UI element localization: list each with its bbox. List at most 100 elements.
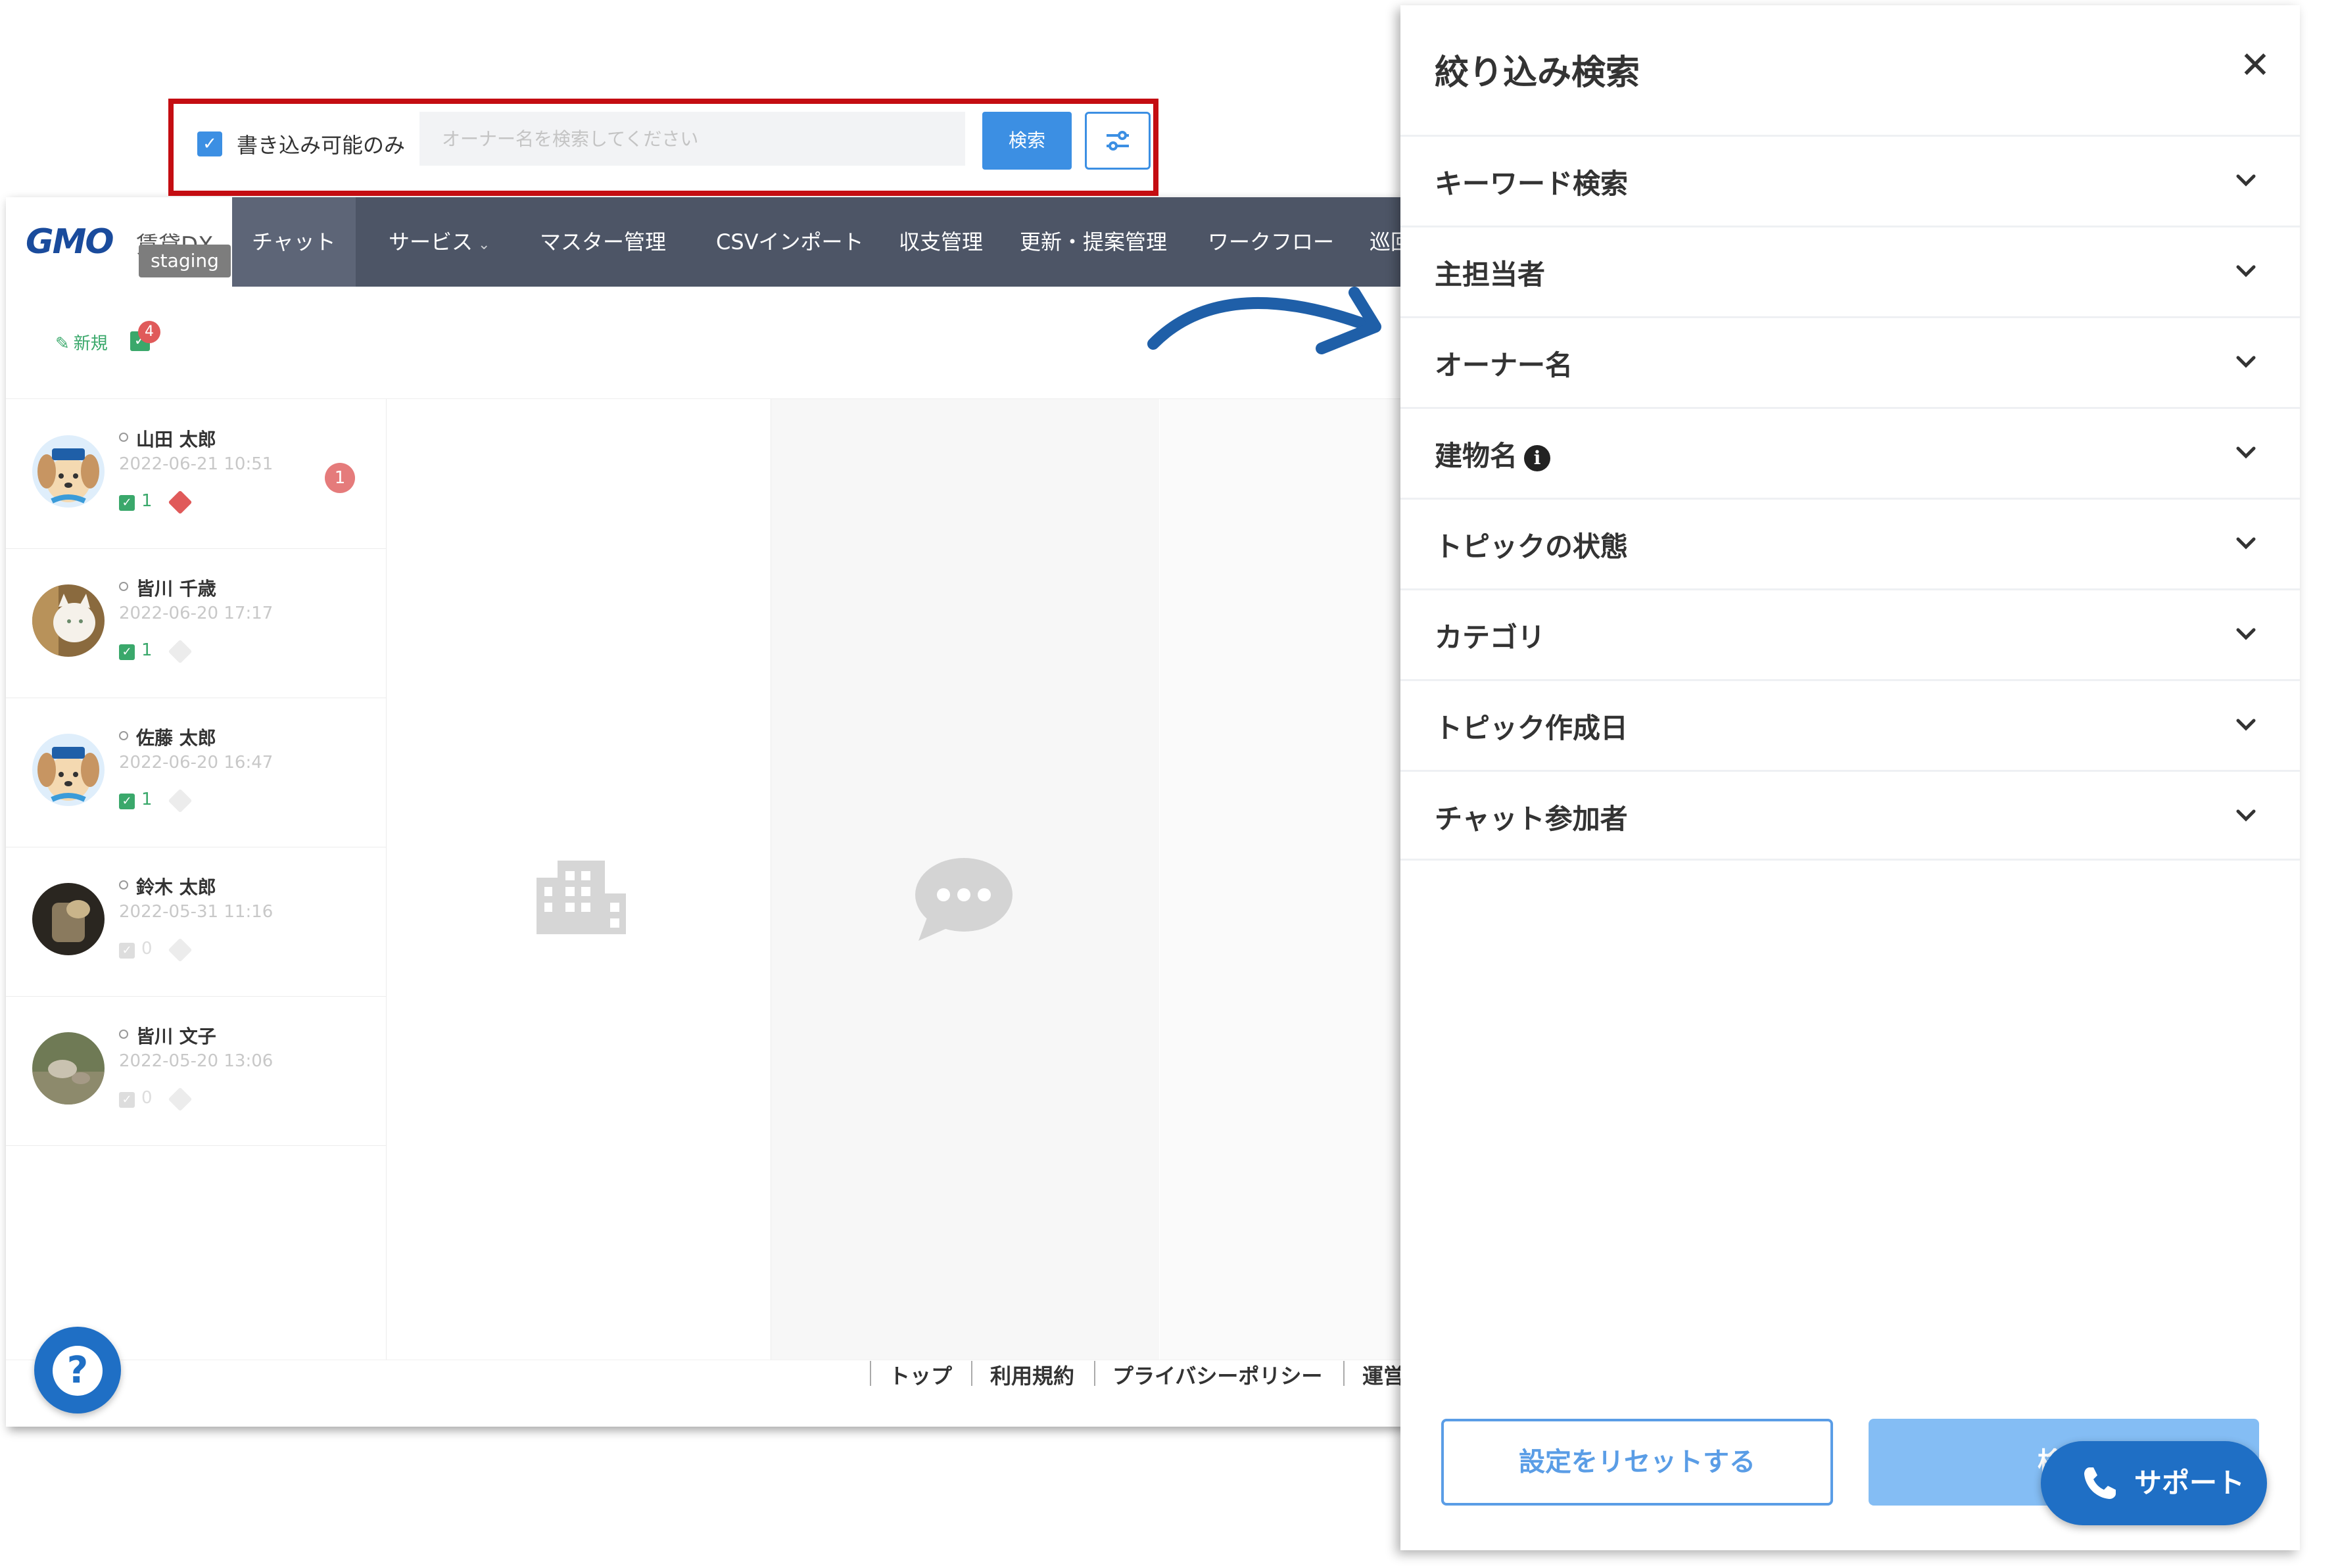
support-button[interactable]: サポート <box>2041 1441 2267 1525</box>
accordion-label: トピック作成日 <box>1435 712 1629 744</box>
footer-link-operator[interactable]: 運営 <box>1362 1360 1404 1390</box>
status-dot <box>119 433 128 442</box>
task-count: 1 <box>141 790 153 809</box>
status-dot <box>119 880 128 890</box>
chat-date: 2022-06-20 17:17 <box>119 604 274 623</box>
accordion-label: 主担当者 <box>1435 258 1546 291</box>
status-dot <box>119 582 128 591</box>
chevron-down-icon <box>2236 719 2256 731</box>
accordion-main-assignee[interactable]: 主担当者 <box>1400 226 2300 316</box>
filter-settings-button[interactable] <box>1085 112 1151 170</box>
edit-icon: ✎ <box>55 334 70 354</box>
accordion-building-name[interactable]: 建物名 i <box>1400 407 2300 498</box>
task-check-icon: ✓ <box>119 644 135 660</box>
footer-link-terms[interactable]: 利用規約 <box>990 1360 1074 1390</box>
footer-separator <box>870 1361 871 1386</box>
help-button[interactable]: ? <box>34 1327 121 1414</box>
accordion-category[interactable]: カテゴリ <box>1400 588 2300 679</box>
accordion-topic-status[interactable]: トピックの状態 <box>1400 498 2300 588</box>
chat-name: 皆川 千歳 <box>136 578 216 600</box>
avatar <box>32 883 105 955</box>
chat-date: 2022-06-20 16:47 <box>119 753 274 772</box>
footer-separator <box>1094 1361 1095 1386</box>
flag-icon <box>168 639 193 664</box>
accordion-label: トピックの状態 <box>1435 531 1629 563</box>
chat-name: 山田 太郎 <box>136 429 216 450</box>
chevron-down-icon <box>2236 265 2256 277</box>
chevron-down-icon <box>2236 628 2256 640</box>
nav-renewal[interactable]: 更新・提案管理 <box>1020 197 1167 287</box>
footer-link-top[interactable]: トップ <box>889 1360 952 1390</box>
writable-only-checkbox[interactable]: ✓ <box>197 131 222 156</box>
chat-list: 山田 太郎 2022-06-21 10:51 ✓ 1 1 皆川 千歳 2022-… <box>6 399 387 1427</box>
task-count-badge: 4 <box>138 321 160 343</box>
drawer-title: 絞り込み検索 <box>1435 53 1640 93</box>
avatar <box>32 584 105 657</box>
chat-list-item[interactable]: 鈴木 太郎 2022-05-31 11:16 ✓ 0 <box>6 847 386 997</box>
chat-date: 2022-06-21 10:51 <box>119 454 274 474</box>
avatar <box>32 734 105 806</box>
staging-badge: staging <box>139 245 231 277</box>
chat-name: 鈴木 太郎 <box>136 876 216 898</box>
nav-chat[interactable]: チャット <box>232 197 356 287</box>
main-nav: チャット サービス ⌄ マスター管理 CSVインポート 収支管理 更新・提案管理 … <box>232 197 1406 287</box>
task-check-icon: ✓ <box>119 794 135 809</box>
nav-income[interactable]: 収支管理 <box>899 197 983 287</box>
chat-bubble-icon <box>915 858 1013 941</box>
logo[interactable]: GMO 賃貸DX staging <box>6 197 232 287</box>
footer-separator <box>1343 1361 1345 1386</box>
flag-icon <box>168 938 193 962</box>
chevron-down-icon <box>2236 174 2256 187</box>
accordion-label: キーワード検索 <box>1435 168 1629 200</box>
accordion-owner-name[interactable]: オーナー名 <box>1400 316 2300 407</box>
accordion-label: チャット参加者 <box>1435 803 1628 835</box>
app-window: GMO 賃貸DX staging チャット サービス ⌄ マスター管理 CSVイン… <box>6 197 1406 1427</box>
nav-income-label: 収支管理 <box>899 229 984 254</box>
nav-chat-label: チャット <box>252 229 336 254</box>
chevron-down-icon <box>2236 537 2256 550</box>
accordion-label: 建物名 <box>1435 440 1518 472</box>
task-count: 1 <box>141 640 153 660</box>
nav-workflow[interactable]: ワークフロー <box>1208 197 1334 287</box>
avatar <box>32 1032 105 1105</box>
filter-drawer: 絞り込み検索 ✕ キーワード検索 主担当者 オーナー名 建物名 i トピックの状態… <box>1400 5 2300 1550</box>
writable-only-label: 書き込み可能のみ <box>237 133 406 158</box>
info-icon[interactable]: i <box>1524 444 1551 471</box>
filter-bar-highlight: ✓ 書き込み可能のみ 検索 <box>168 99 1158 196</box>
chat-list-item[interactable]: 佐藤 太郎 2022-06-20 16:47 ✓ 1 <box>6 698 386 847</box>
owner-search-input[interactable] <box>419 112 965 166</box>
new-chat-label: 新規 <box>73 334 108 354</box>
nav-service[interactable]: サービス ⌄ <box>389 197 490 287</box>
chevron-down-icon <box>2236 356 2256 368</box>
accordion-chat-participants[interactable]: チャット参加者 <box>1400 770 2300 861</box>
task-check-icon: ✓ <box>119 495 135 511</box>
task-count: 1 <box>141 491 153 511</box>
chevron-down-icon: ⌄ <box>478 237 490 253</box>
nav-master[interactable]: マスター管理 <box>540 197 666 287</box>
new-chat-button[interactable]: ✎ 新規 <box>55 330 108 354</box>
building-icon <box>537 861 626 934</box>
task-check-icon: ✓ <box>119 943 135 959</box>
chat-list-item[interactable]: 皆川 文子 2022-05-20 13:06 ✓ 0 <box>6 996 386 1146</box>
status-dot <box>119 1030 128 1039</box>
accordion-keyword[interactable]: キーワード検索 <box>1400 135 2300 226</box>
phone-icon <box>2084 1467 2116 1499</box>
reset-button[interactable]: 設定をリセットする <box>1441 1419 1833 1506</box>
accordion-topic-created[interactable]: トピック作成日 <box>1400 679 2300 770</box>
footer-link-privacy[interactable]: プライバシーポリシー <box>1112 1360 1322 1390</box>
accordion-label: オーナー名 <box>1435 349 1573 381</box>
nav-csv-import[interactable]: CSVインポート <box>716 197 864 287</box>
flag-icon <box>168 788 193 813</box>
chat-list-item[interactable]: 皆川 千歳 2022-06-20 17:17 ✓ 1 <box>6 548 386 698</box>
chat-list-item[interactable]: 山田 太郎 2022-06-21 10:51 ✓ 1 1 <box>6 399 386 549</box>
chat-name: 皆川 文子 <box>136 1026 216 1047</box>
chevron-down-icon <box>2236 446 2256 459</box>
close-icon[interactable]: ✕ <box>2235 46 2275 85</box>
nav-renewal-label: 更新・提案管理 <box>1020 229 1168 254</box>
search-button[interactable]: 検索 <box>982 112 1072 170</box>
nav-csv-import-label: CSVインポート <box>716 229 864 254</box>
task-count: 0 <box>141 939 153 959</box>
accordion-label-wrap: 建物名 i <box>1435 434 1551 474</box>
building-panel <box>387 399 771 1427</box>
logo-brand: GMO <box>26 222 114 262</box>
